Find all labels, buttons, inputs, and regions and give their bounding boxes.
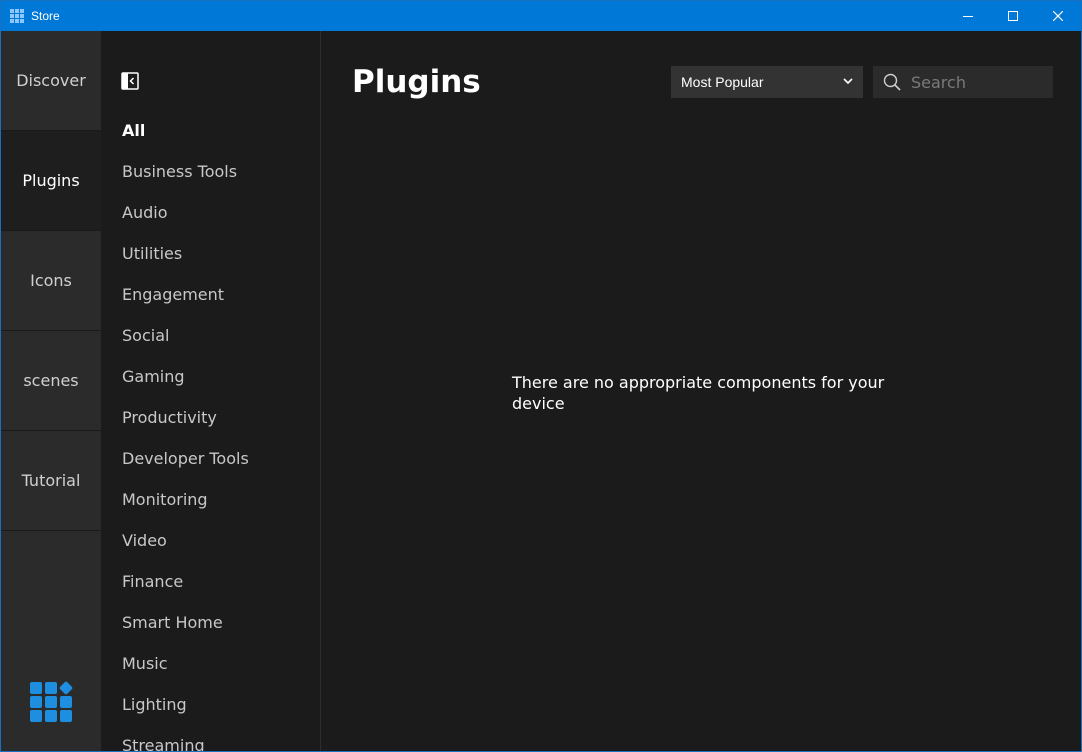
chevron-down-icon <box>843 78 853 85</box>
minimize-icon <box>963 16 973 17</box>
category-item-finance[interactable]: Finance <box>122 572 183 591</box>
store-window: Store Discover Plugins Icons scenes Tuto… <box>0 0 1082 752</box>
collapse-panel-button[interactable] <box>121 72 139 90</box>
category-item-business-tools[interactable]: Business Tools <box>122 162 237 181</box>
category-item-utilities[interactable]: Utilities <box>122 244 182 263</box>
rail-item-scenes[interactable]: scenes <box>1 331 101 431</box>
maximize-button[interactable] <box>990 1 1036 31</box>
page-title: Plugins <box>352 64 481 100</box>
category-item-video[interactable]: Video <box>122 531 167 550</box>
category-item-smart-home[interactable]: Smart Home <box>122 613 223 632</box>
nav-rail: Discover Plugins Icons scenes Tutorial <box>1 31 101 751</box>
search-box[interactable] <box>873 66 1053 98</box>
category-panel: All Business Tools Audio Utilities Engagemen… <box>101 31 321 751</box>
main-content: Plugins Most Popular There are no approp… <box>322 31 1081 751</box>
rail-item-plugins[interactable]: Plugins <box>1 131 101 231</box>
category-item-lighting[interactable]: Lighting <box>122 695 187 714</box>
store-logo-icon <box>30 680 74 722</box>
category-item-social[interactable]: Social <box>122 326 169 345</box>
category-item-developer-tools[interactable]: Developer Tools <box>122 449 249 468</box>
category-item-streaming[interactable]: Streaming <box>122 736 205 751</box>
category-item-all[interactable]: All <box>122 121 145 140</box>
rail-item-discover[interactable]: Discover <box>1 31 101 131</box>
search-icon <box>883 73 901 91</box>
category-item-engagement[interactable]: Engagement <box>122 285 224 304</box>
category-item-music[interactable]: Music <box>122 654 168 673</box>
rail-item-tutorial[interactable]: Tutorial <box>1 431 101 531</box>
category-item-productivity[interactable]: Productivity <box>122 408 217 427</box>
minimize-button[interactable] <box>945 1 991 31</box>
empty-state-message: There are no appropriate components for … <box>512 373 885 413</box>
window-title: Store <box>31 9 60 23</box>
sidebar-collapse-icon <box>121 72 139 90</box>
sort-dropdown[interactable]: Most Popular <box>671 66 863 98</box>
close-button[interactable] <box>1035 1 1081 31</box>
category-item-audio[interactable]: Audio <box>122 203 167 222</box>
maximize-icon <box>1008 11 1018 21</box>
title-bar[interactable]: Store <box>1 1 1081 31</box>
app-grid-icon <box>10 9 24 23</box>
search-input[interactable] <box>911 66 1049 98</box>
rail-item-icons[interactable]: Icons <box>1 231 101 331</box>
sort-selected-value: Most Popular <box>681 74 764 90</box>
category-item-gaming[interactable]: Gaming <box>122 367 185 386</box>
category-item-monitoring[interactable]: Monitoring <box>122 490 208 509</box>
close-icon <box>1053 11 1063 21</box>
